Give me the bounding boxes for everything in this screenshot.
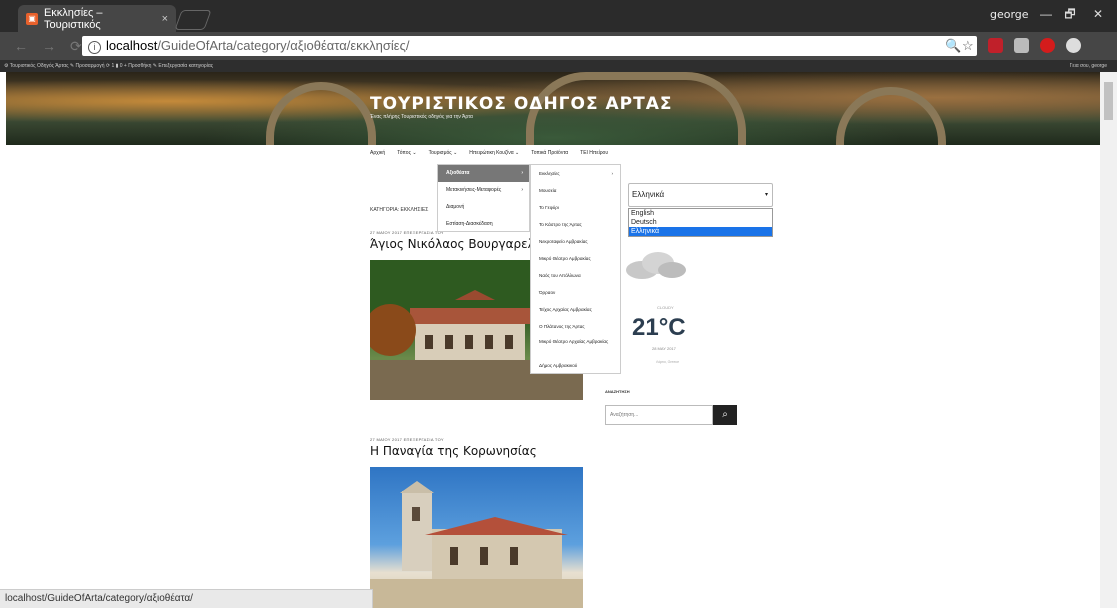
post-title[interactable]: Άγιος Νικόλαος Βουργαρελίου [370, 237, 553, 251]
admin-bar-user[interactable]: Γεια σου, george [1070, 60, 1107, 72]
post-meta: 27 ΜΑΪΟΥ 2017 ΕΠΕΞΕΡΓΑΣΙΑ ΤΟΥ [370, 230, 444, 235]
browser-tab[interactable]: ▣ Εκκλησίες – Τουριστικός × [18, 5, 176, 32]
submenu-item-label: Μετακινήσεις-Μεταφορές [446, 187, 502, 193]
scrollbar-thumb[interactable] [1104, 82, 1113, 120]
opera-extension-icon[interactable] [1040, 38, 1055, 53]
site-info-icon[interactable]: i [88, 41, 101, 54]
language-option-deutsch[interactable]: Deutsch [629, 218, 772, 227]
nav-item-place[interactable]: Τόπος ⌄ [397, 150, 416, 160]
language-option-greek[interactable]: Ελληνικά [629, 227, 772, 236]
browser-status-bar: localhost/GuideOfArta/category/αξιοθέατα… [0, 589, 373, 608]
zoom-icon[interactable]: 🔍 [945, 36, 961, 56]
restore-icon[interactable]: 🗗 [1057, 4, 1083, 24]
submenu-item-plane-tree[interactable]: Ο Πλάτανος της Άρτας [539, 324, 617, 329]
submenu-item-orraon[interactable]: Όρραον [539, 290, 617, 295]
nav-item-tei[interactable]: ΤΕΙ Ηπείρου [580, 150, 608, 160]
search-button[interactable]: ⌕ [713, 405, 737, 425]
submenu-item-cemetery[interactable]: Νεκροταφείο Αμβρακίας [539, 239, 617, 244]
nav-item-products[interactable]: Τοπικά Προϊόντα [531, 150, 568, 160]
weather-date: 28 MAY 2017 [652, 346, 676, 351]
language-option-english[interactable]: English [629, 209, 772, 218]
admin-bar-links[interactable]: ⚙ Τουριστικός Οδηγός Άρτας ✎ Προσαρμογή … [4, 63, 213, 69]
weather-location: Λάρτα, Greece [656, 360, 680, 364]
site-title[interactable]: ΤΟΥΡΙΣΤΙΚΟΣ ΟΔΗΓΟΣ ΑΡΤΑΣ [370, 94, 672, 114]
site-tagline: Ένας πλήρης Τουριστικός οδηγός για την Ά… [370, 114, 473, 120]
search-widget-title: ΑΝΑΖΗΤΗΣΗ [605, 389, 630, 394]
language-options: English Deutsch Ελληνικά [628, 208, 773, 237]
submenu-item-small-theatre[interactable]: Μικρό Θέατρο Αμβρακίας [539, 256, 617, 261]
submenu-item-bridge[interactable]: Το Γεφύρι [539, 205, 617, 210]
category-label: ΚΑΤΗΓΟΡΙΑ: ΕΚΚΛΗΣΙΕΣ [370, 207, 429, 213]
forward-icon[interactable]: → [42, 38, 70, 54]
chevron-right-icon: › [611, 171, 613, 176]
weather-temperature: 21°C [632, 314, 686, 341]
cloud-extension-icon[interactable] [1066, 38, 1081, 53]
submenu-item-castle[interactable]: Το Κάστρο της Άρτας [539, 222, 617, 227]
cloud-weather-icon [626, 252, 686, 279]
tab-title: Εκκλησίες – Τουριστικός [43, 6, 103, 31]
extension-icon[interactable] [988, 38, 1003, 53]
chevron-right-icon: › [521, 170, 523, 176]
tourism-submenu: Αξιοθέατα › Μετακινήσεις-Μεταφορές › Διαμο… [437, 164, 530, 232]
submenu-item-label: Εκκλησίες [539, 171, 560, 176]
search-input[interactable] [605, 405, 713, 425]
submenu-item-ancient-theatre[interactable]: Μικρό Θέατρο Αρχαίας Αμβρακίας [539, 339, 617, 344]
profile-button[interactable]: george [990, 8, 1029, 21]
wp-admin-bar: ⚙ Τουριστικός Οδηγός Άρτας ✎ Προσαρμογή … [0, 60, 1117, 72]
submenu-item-transport[interactable]: Μετακινήσεις-Μεταφορές › [438, 182, 529, 199]
post-thumbnail[interactable] [370, 467, 583, 608]
url-path: /GuideOfArta/category/αξιοθέατα/εκκλησίε… [157, 38, 410, 53]
submenu-item-dining[interactable]: Εστίαση-Διασκέδαση [438, 216, 529, 233]
url-host: localhost [106, 38, 158, 53]
nav-item-cuisine[interactable]: Ηπειρώτικη Κουζίνα ⌄ [469, 150, 519, 160]
post-meta: 27 ΜΑΪΟΥ 2017 ΕΠΕΞΕΡΓΑΣΙΑ ΤΟΥ [370, 437, 444, 442]
search-icon: ⌕ [722, 409, 728, 420]
submenu-item-apollo-temple[interactable]: Ναός του Απόλλωνα [539, 273, 617, 278]
nav-item-tourism[interactable]: Τουρισμός ⌄ [429, 150, 458, 160]
site-favicon-icon: ▣ [26, 12, 38, 25]
back-icon[interactable]: ← [14, 38, 42, 54]
submenu-item-accommodation[interactable]: Διαμονή [438, 199, 529, 216]
language-selected: Ελληνικά [632, 190, 665, 199]
nav-item-home[interactable]: Αρχική [370, 150, 385, 160]
submenu-item-sights[interactable]: Αξιοθέατα › [438, 165, 529, 182]
bridge-arch [266, 82, 376, 145]
submenu-item-label: Αξιοθέατα [446, 170, 470, 176]
chevron-right-icon: › [521, 187, 523, 193]
minimize-icon[interactable]: — [1033, 4, 1059, 24]
bookmark-star-icon[interactable]: ☆ [962, 36, 974, 56]
bridge-arch [836, 87, 946, 145]
submenu-item-municipality[interactable]: Δήμος Αμβρακικού [539, 363, 617, 368]
close-window-icon[interactable]: ✕ [1085, 4, 1111, 24]
main-navigation: Αρχική Τόπος ⌄ Τουρισμός ⌄ Ηπειρώτικη Κο… [370, 150, 608, 160]
tab-close-icon[interactable]: × [162, 13, 168, 25]
submenu-item-label: Διαμονή [446, 204, 465, 210]
language-select[interactable]: Ελληνικά ▾ [628, 183, 773, 207]
submenu-item-museums[interactable]: Μουσεία [539, 188, 617, 193]
address-bar[interactable]: i localhost/GuideOfArta/category/αξιοθέατ… [82, 36, 977, 56]
submenu-item-churches[interactable]: Εκκλησίες › [539, 171, 617, 176]
sights-submenu: Εκκλησίες › Μουσεία Το Γεφύρι Το Κάστρο τ… [530, 164, 621, 374]
skype-extension-icon[interactable] [1014, 38, 1029, 53]
page-scrollbar[interactable] [1100, 72, 1117, 608]
post-title[interactable]: Η Παναγία της Κορωνησίας [370, 444, 537, 458]
weather-condition: CLOUDY [657, 305, 674, 310]
church-photo [370, 481, 583, 608]
submenu-item-wall[interactable]: Τείχος Αρχαίας Αμβρακίας [539, 307, 617, 312]
caret-down-icon: ▾ [764, 192, 768, 198]
submenu-item-label: Εστίαση-Διασκέδαση [446, 221, 493, 227]
